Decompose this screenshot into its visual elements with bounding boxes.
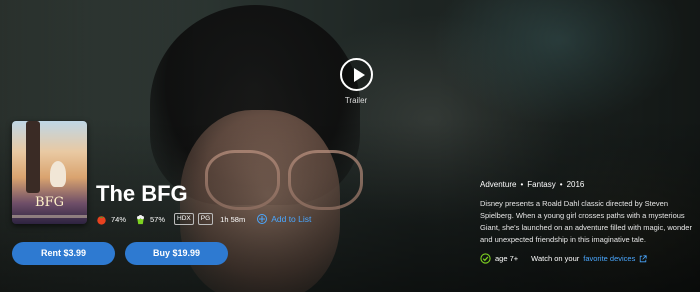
movie-poster[interactable]: BFG bbox=[12, 121, 87, 224]
play-icon bbox=[353, 68, 365, 82]
age-check-icon bbox=[480, 253, 491, 264]
add-to-list-label: Add to List bbox=[271, 214, 312, 224]
play-trailer-button[interactable] bbox=[339, 58, 373, 91]
add-circle-icon bbox=[257, 214, 268, 224]
movie-title: The BFG bbox=[96, 181, 188, 206]
rating-badge: PG bbox=[197, 213, 214, 225]
popcorn-icon bbox=[137, 214, 144, 224]
genre-line: Adventure • Fantasy • 2016 bbox=[480, 180, 695, 189]
trailer-control[interactable]: Trailer bbox=[338, 58, 374, 105]
poster-girl-figure bbox=[50, 161, 66, 187]
poster-subtitle-strip bbox=[12, 215, 87, 218]
tomato-icon bbox=[97, 215, 106, 225]
genre-fantasy: Fantasy bbox=[527, 180, 556, 189]
buy-button[interactable]: Buy $19.99 bbox=[125, 242, 228, 265]
watch-on-text: Watch on your bbox=[531, 254, 580, 263]
separator-dot: • bbox=[559, 180, 563, 189]
watch-info-row: age 7+ Watch on your favorite devices bbox=[480, 253, 647, 264]
trailer-label: Trailer bbox=[344, 96, 368, 105]
movie-description: Disney presents a Roald Dahl classic dir… bbox=[480, 199, 692, 244]
favorite-devices-link[interactable]: favorite devices bbox=[583, 254, 635, 263]
audience-score: 57% bbox=[150, 214, 166, 224]
genre-adventure: Adventure bbox=[480, 180, 517, 189]
external-link-icon[interactable] bbox=[639, 254, 647, 263]
release-year: 2016 bbox=[566, 180, 585, 189]
quality-badge: HDX bbox=[174, 213, 194, 225]
movie-meta-row: 74% 57% HDX PG 1h 58m Add to List bbox=[96, 212, 311, 226]
rent-button[interactable]: Rent $3.99 bbox=[12, 242, 115, 265]
tomatometer-score: 74% bbox=[111, 214, 127, 224]
separator-dot: • bbox=[520, 180, 524, 189]
poster-giant-figure bbox=[26, 121, 40, 193]
age-rating: age 7+ bbox=[495, 254, 519, 263]
add-to-list-button[interactable]: Add to List bbox=[257, 214, 311, 224]
poster-title: BFG bbox=[35, 195, 64, 210]
movie-details: Adventure • Fantasy • 2016 Disney presents a… bbox=[480, 180, 695, 246]
runtime: 1h 58m bbox=[220, 214, 246, 224]
